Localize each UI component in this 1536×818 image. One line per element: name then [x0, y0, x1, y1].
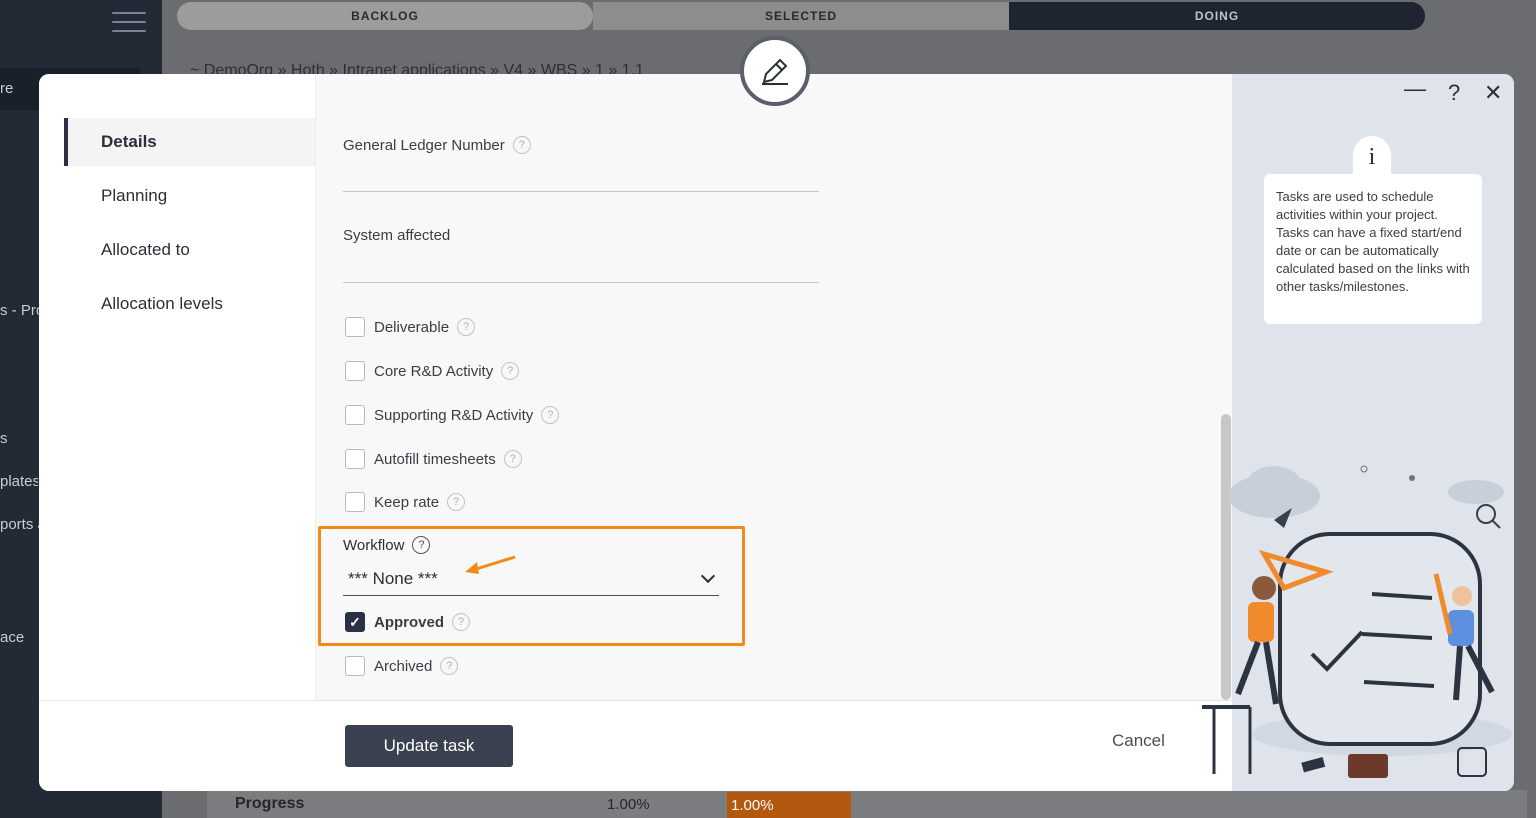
- sidebar-item[interactable]: s: [0, 430, 20, 447]
- checkbox[interactable]: [345, 449, 365, 469]
- help-icon[interactable]: ?: [541, 406, 560, 424]
- form-area: General Ledger Number ? System affected …: [315, 74, 1232, 700]
- help-icon[interactable]: ?: [412, 536, 431, 554]
- task-illustration-icon: [1202, 465, 1512, 778]
- archived-checkbox[interactable]: Archived ?: [345, 656, 459, 676]
- help-icon[interactable]: ?: [501, 362, 520, 380]
- checkbox[interactable]: [345, 492, 365, 512]
- update-task-button[interactable]: Update task: [345, 725, 513, 767]
- progress-bar: 1.00%: [727, 792, 851, 818]
- help-icon[interactable]: ?: [512, 136, 531, 154]
- chevron-down-icon: [700, 568, 716, 583]
- approved-checkbox[interactable]: ✓ Approved ?: [345, 612, 471, 632]
- help-icon[interactable]: ?: [452, 613, 471, 631]
- minimize-icon[interactable]: —: [1404, 76, 1426, 102]
- sidebar-item[interactable]: ports a: [0, 516, 40, 533]
- workflow-label: Workflow ?: [343, 536, 431, 554]
- help-icon[interactable]: ?: [1448, 80, 1460, 106]
- help-icon[interactable]: ?: [447, 493, 466, 511]
- checkbox[interactable]: [345, 405, 365, 425]
- cancel-button[interactable]: Cancel: [1112, 731, 1165, 751]
- gl-number-input[interactable]: [343, 162, 819, 192]
- close-icon[interactable]: ✕: [1484, 80, 1502, 106]
- checkbox[interactable]: [345, 361, 365, 381]
- checkbox[interactable]: [345, 656, 365, 676]
- checkbox-checked[interactable]: ✓: [345, 612, 365, 632]
- nav-planning[interactable]: Planning: [64, 172, 315, 220]
- sidebar-item[interactable]: s - Pro: [0, 302, 44, 319]
- help-icon[interactable]: ?: [457, 318, 476, 336]
- stage-doing[interactable]: DOING: [1009, 2, 1425, 30]
- edit-icon: [740, 36, 810, 106]
- gl-number-label: General Ledger Number ?: [343, 136, 531, 154]
- checkbox[interactable]: [345, 317, 365, 337]
- deliverable-checkbox[interactable]: Deliverable ?: [345, 317, 476, 337]
- nav-allocation-levels[interactable]: Allocation levels: [64, 280, 315, 328]
- system-affected-label: System affected: [343, 227, 451, 244]
- progress-value: 1.00%: [607, 795, 650, 813]
- workflow-select[interactable]: *** None ***: [343, 562, 719, 596]
- sidebar-item[interactable]: ace: [0, 629, 30, 646]
- progress-row: Progress 1.00% 1.00%: [207, 790, 1527, 818]
- sidebar-item[interactable]: re: [0, 80, 30, 97]
- stage-backlog[interactable]: BACKLOG: [177, 2, 593, 30]
- modal-footer: Update task Cancel: [39, 700, 1232, 791]
- stage-selected[interactable]: SELECTED: [593, 2, 1009, 30]
- system-affected-input[interactable]: [343, 253, 819, 283]
- help-icon[interactable]: ?: [503, 450, 522, 468]
- modal-nav: Details Planning Allocated to Allocation…: [39, 74, 315, 700]
- info-icon: i: [1353, 136, 1391, 178]
- autofill-timesheets-checkbox[interactable]: Autofill timesheets ?: [345, 449, 522, 469]
- edit-task-modal: Details Planning Allocated to Allocation…: [39, 74, 1514, 791]
- supporting-rd-checkbox[interactable]: Supporting R&D Activity ?: [345, 405, 560, 425]
- menu-toggle-icon[interactable]: [112, 12, 146, 34]
- nav-allocated-to[interactable]: Allocated to: [64, 226, 315, 274]
- help-panel: — ? ✕ i Tasks are used to schedule activ…: [1202, 74, 1514, 791]
- nav-details[interactable]: Details: [64, 118, 315, 166]
- help-icon[interactable]: ?: [440, 657, 459, 675]
- keep-rate-checkbox[interactable]: Keep rate ?: [345, 492, 466, 512]
- progress-label: Progress: [235, 795, 305, 812]
- help-text: Tasks are used to schedule activities wi…: [1264, 174, 1482, 324]
- core-rd-checkbox[interactable]: Core R&D Activity ?: [345, 361, 520, 381]
- arrow-annotation-icon: [465, 555, 516, 574]
- sidebar-item[interactable]: plates: [0, 473, 38, 490]
- stage-bar: BACKLOG SELECTED DOING: [177, 2, 1425, 30]
